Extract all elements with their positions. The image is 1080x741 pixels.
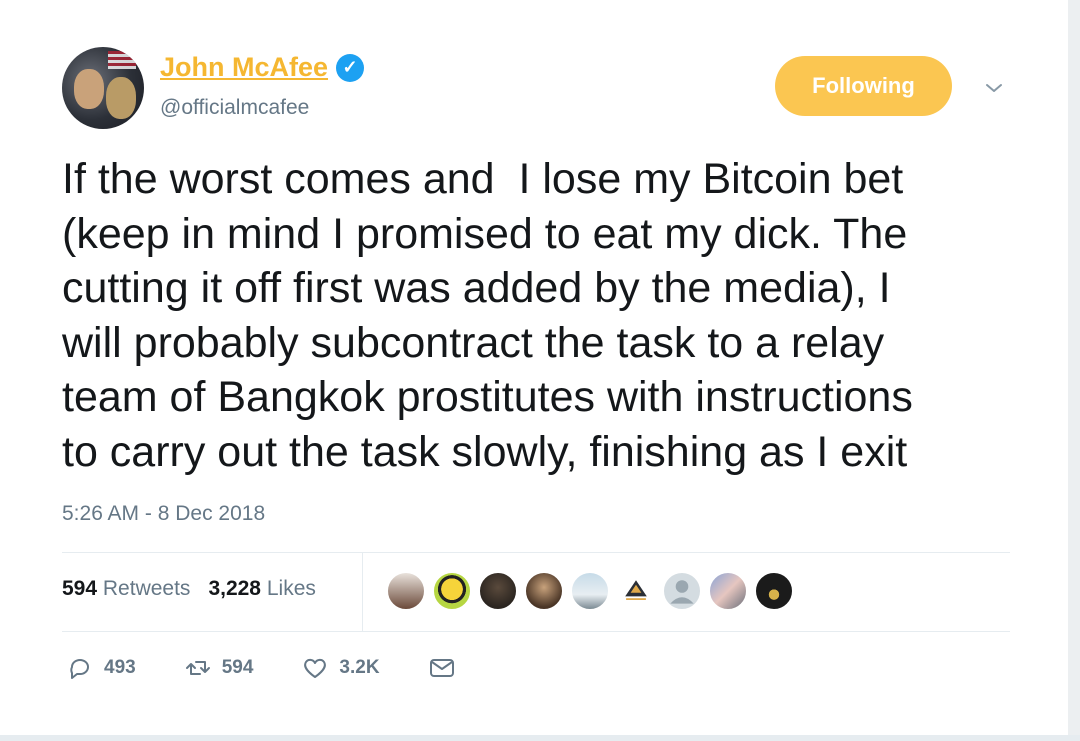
direct-message-action[interactable] <box>428 654 456 682</box>
chevron-down-icon[interactable] <box>982 76 1006 100</box>
tweet-timestamp[interactable]: 5:26 AM - 8 Dec 2018 <box>62 502 265 526</box>
retweets-stat[interactable]: 594 Retweets <box>62 577 190 601</box>
stats-bottom-divider <box>62 631 1010 632</box>
tweet-text: If the worst comes and I lose my Bitcoin… <box>62 155 913 476</box>
following-button[interactable]: Following <box>775 56 952 116</box>
liker-avatar[interactable] <box>708 571 748 611</box>
tweet-actions: 493 594 3.2K <box>66 654 504 682</box>
window-edge <box>1068 0 1080 741</box>
author-handle[interactable]: @officialmcafee <box>160 96 309 120</box>
liker-avatar[interactable] <box>662 571 702 611</box>
author-name-row: John McAfee ✓ <box>160 52 365 83</box>
likes-label: Likes <box>266 577 316 600</box>
liker-avatar[interactable] <box>754 571 794 611</box>
liker-avatar[interactable] <box>616 571 656 611</box>
verified-badge-icon: ✓ <box>336 53 365 82</box>
liker-avatar[interactable] <box>524 571 564 611</box>
retweets-count: 594 <box>62 577 98 600</box>
reply-icon <box>70 659 89 679</box>
liker-avatars <box>386 571 794 611</box>
envelope-icon <box>429 659 454 677</box>
like-action[interactable]: 3.2K <box>301 654 380 682</box>
reply-action[interactable]: 493 <box>66 654 136 682</box>
bottom-edge <box>0 735 1080 741</box>
liker-avatar[interactable] <box>432 571 472 611</box>
reply-count: 493 <box>104 657 136 678</box>
likes-stat[interactable]: 3,228 Likes <box>208 577 315 601</box>
likes-count: 3,228 <box>208 577 261 600</box>
stats-vertical-divider <box>362 553 363 631</box>
retweets-label: Retweets <box>102 577 191 600</box>
heart-icon <box>304 658 327 678</box>
author-avatar[interactable] <box>62 47 144 129</box>
author-name[interactable]: John McAfee <box>160 52 328 83</box>
liker-avatar[interactable] <box>570 571 610 611</box>
retweet-count: 594 <box>221 657 254 678</box>
liker-avatar[interactable] <box>478 571 518 611</box>
retweet-action[interactable]: 594 <box>184 654 254 682</box>
liker-avatar[interactable] <box>386 571 426 611</box>
engagement-stats: 594 Retweets 3,228 Likes <box>62 577 316 601</box>
stats-top-divider <box>62 552 1010 553</box>
retweet-icon <box>185 661 210 675</box>
like-count: 3.2K <box>339 657 380 678</box>
